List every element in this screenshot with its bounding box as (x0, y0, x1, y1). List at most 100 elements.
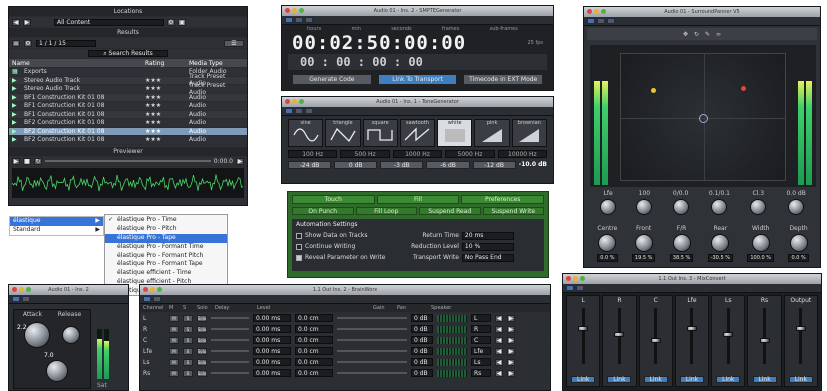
algorithm-option[interactable]: élastique Pro - Formant Pitch (105, 252, 227, 261)
panner-knob[interactable] (711, 199, 728, 215)
gain-field[interactable]: 0 dB (411, 336, 433, 344)
panner-knob[interactable] (672, 199, 689, 215)
solo-button[interactable]: Solo (197, 369, 207, 377)
level-button[interactable]: -24 dB (288, 161, 332, 169)
read-button[interactable] (153, 296, 161, 302)
arrow-left-icon[interactable]: ◀ (495, 347, 503, 355)
control-knob[interactable] (711, 234, 730, 252)
frequency-button[interactable]: 1000 Hz (392, 150, 443, 158)
gain-slider[interactable] (337, 339, 407, 341)
control-value[interactable]: 100.0 % (747, 254, 775, 262)
s-button[interactable]: S (183, 336, 193, 344)
generate-code-button[interactable]: Generate Code (292, 74, 372, 85)
read-button[interactable] (295, 17, 303, 23)
s-button[interactable]: S (183, 325, 193, 333)
zoom-icon[interactable] (580, 276, 585, 281)
algorithm-option[interactable]: élastique Pro - Pitch (105, 225, 227, 234)
arrow-left-icon[interactable]: ◀ (495, 358, 503, 366)
delay-slider[interactable] (211, 372, 249, 374)
link-button[interactable]: Link (679, 376, 704, 383)
arrow-right-icon[interactable]: ▶ (507, 325, 515, 333)
move-tool-icon[interactable]: ✥ (683, 31, 688, 38)
automation-option[interactable]: On Punch (292, 207, 354, 215)
control-knob[interactable] (751, 234, 770, 252)
control-value[interactable]: -30.5 % (707, 254, 733, 262)
solo-button[interactable]: Solo (197, 347, 207, 355)
m-button[interactable]: M (169, 369, 179, 377)
stop-icon[interactable]: ■ (23, 157, 31, 165)
bypass-button[interactable] (12, 296, 20, 302)
solo-button[interactable]: Solo (197, 336, 207, 344)
read-button[interactable] (295, 108, 303, 114)
control-knob[interactable] (634, 234, 653, 252)
play-icon[interactable]: ▶ (12, 157, 20, 165)
field-value[interactable]: 20 ms (461, 231, 514, 240)
speaker-select[interactable]: Ls (471, 358, 491, 366)
bypass-button[interactable] (566, 285, 574, 291)
read-button[interactable] (597, 18, 605, 24)
minimize-icon[interactable] (594, 9, 599, 14)
algorithm-option[interactable]: ✓ élastique Pro - Time (105, 216, 227, 225)
gain-field[interactable]: 0 dB (411, 369, 433, 377)
zoom-icon[interactable] (299, 8, 304, 13)
forward-button[interactable]: ▶ (23, 18, 31, 26)
delay-field[interactable]: 0.00 ms (253, 369, 291, 377)
arrow-right-icon[interactable]: ▶ (507, 314, 515, 322)
s-button[interactable]: S (183, 369, 193, 377)
attack-knob[interactable] (24, 322, 50, 348)
arrow-left-icon[interactable]: ◀ (495, 325, 503, 333)
fader-handle[interactable] (723, 332, 734, 337)
link-button[interactable]: Link (716, 376, 741, 383)
s-button[interactable]: S (183, 314, 193, 322)
frequency-button[interactable]: 5000 Hz (445, 150, 495, 158)
speaker-select[interactable]: C (471, 336, 491, 344)
speaker-select[interactable]: R (471, 325, 491, 333)
results-row[interactable]: ▶ BF1 Construction Kit 01 08 ★★★ Audio (9, 93, 247, 102)
link-button[interactable]: Link (752, 376, 777, 383)
shape-triangle[interactable]: triangle (325, 119, 361, 147)
view-toggle[interactable]: ☰ (224, 39, 244, 47)
speaker-select[interactable]: Rs (471, 369, 491, 377)
control-knob[interactable] (789, 234, 808, 252)
write-button[interactable] (607, 18, 615, 24)
results-header-cell[interactable]: Name (12, 60, 141, 67)
control-knob[interactable] (598, 234, 617, 252)
shape-sine[interactable]: sine (288, 119, 324, 147)
distance-field[interactable]: 0.0 cm (295, 358, 333, 366)
control-value[interactable]: 0.0 % (788, 254, 809, 262)
automation-tab[interactable]: Touch (292, 195, 375, 204)
solo-button[interactable]: Solo (197, 314, 207, 322)
level-button[interactable]: -12 dB (472, 161, 516, 169)
algorithm-option[interactable]: élastique efficient - Time (105, 269, 227, 278)
bypass-button[interactable] (587, 18, 595, 24)
gain-slider[interactable] (337, 361, 407, 363)
surround-field[interactable] (620, 53, 786, 181)
delay-field[interactable]: 0.00 ms (253, 336, 291, 344)
speaker-select[interactable]: Lfe (471, 347, 491, 355)
automation-option[interactable]: Suspend Read (419, 207, 481, 215)
bypass-button[interactable] (285, 108, 293, 114)
s-button[interactable]: S (183, 347, 193, 355)
zoom-icon[interactable] (299, 99, 304, 104)
distance-field[interactable]: 0.0 cm (295, 369, 333, 377)
fader-track[interactable] (763, 308, 767, 364)
field-value[interactable]: 10 % (461, 242, 514, 251)
minimize-icon[interactable] (292, 8, 297, 13)
write-button[interactable] (305, 17, 313, 23)
link-tool-icon[interactable]: ∞ (716, 31, 721, 38)
control-knob[interactable] (672, 234, 691, 252)
timecode-ext-button[interactable]: Timecode in EXT Mode (463, 74, 544, 85)
results-row[interactable]: ▶ BF2 Construction Kit 01 08 ★★★ Audio (9, 127, 247, 136)
results-row[interactable]: ▶ BF2 Construction Kit 01 08 ★★★ Audio (9, 136, 247, 145)
arrow-right-icon[interactable]: ▶ (507, 369, 515, 377)
left-speaker-dot[interactable] (651, 88, 656, 93)
distance-field[interactable]: 0.0 cm (295, 325, 333, 333)
shape-square[interactable]: square (362, 119, 398, 147)
release-knob[interactable] (62, 326, 80, 344)
automation-check-row[interactable]: Continue Writing (296, 241, 407, 252)
panner-knob[interactable] (788, 199, 805, 215)
delay-slider[interactable] (211, 361, 249, 363)
list-icon[interactable]: ≡ (12, 39, 20, 47)
gain-field[interactable]: 0 dB (411, 325, 433, 333)
algorithm-item[interactable]: Standard ▶ (10, 226, 103, 235)
